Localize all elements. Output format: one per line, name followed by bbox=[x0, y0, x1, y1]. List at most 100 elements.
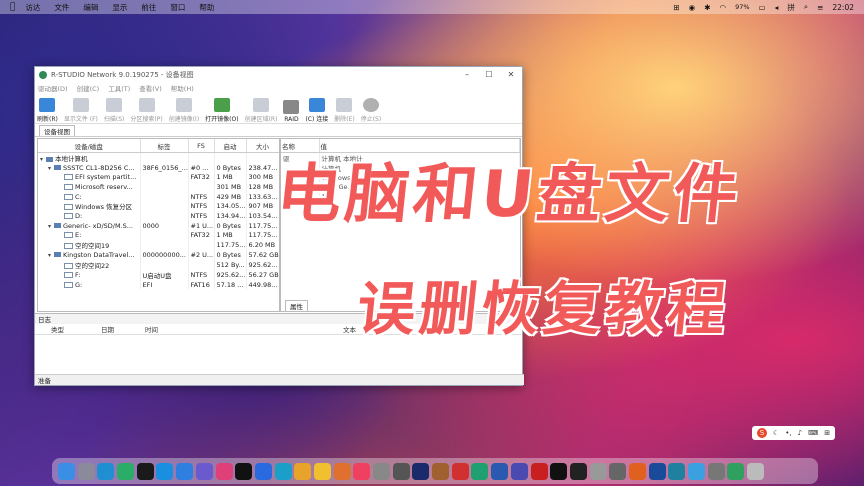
punctuation-icon[interactable]: •, bbox=[785, 429, 791, 437]
delete-button[interactable]: 删除(E) bbox=[334, 98, 355, 123]
table-row[interactable]: ▾ 本地计算机 bbox=[38, 152, 279, 163]
table-row[interactable]: ▾ Generic- xD/SD/M.S... 0000 #1 U... 0 Bytes… bbox=[38, 220, 279, 231]
table-row[interactable]: D: NTFS 134.94... 103.54... bbox=[38, 211, 279, 221]
create-region-button[interactable]: 创建区域(R) bbox=[245, 98, 277, 123]
app-sky-icon[interactable] bbox=[688, 462, 705, 480]
safari-icon[interactable] bbox=[176, 462, 194, 480]
table-row[interactable]: F: U启动U盘 NTFS 925.62... 56.27 GB bbox=[38, 269, 279, 280]
tiktok-icon[interactable] bbox=[550, 462, 568, 480]
log-col-type[interactable]: 类型 bbox=[35, 324, 101, 334]
tab-device-view[interactable]: 设备视图 bbox=[39, 124, 75, 136]
title-bar[interactable]: R-STUDIO Network 9.0.190275 - 设备视图 – ☐ ✕ bbox=[35, 67, 522, 82]
moon-icon[interactable]: ☾ bbox=[773, 429, 779, 437]
table-row[interactable]: ▾ Kingston DataTravel... 000000000... #2 U.… bbox=[38, 250, 279, 260]
finder-icon[interactable] bbox=[58, 462, 75, 480]
apple-icon[interactable]:  bbox=[10, 2, 15, 12]
input-icon[interactable]: 拼 bbox=[787, 2, 795, 13]
stop-button[interactable]: 停止(S) bbox=[361, 98, 381, 123]
record-icon[interactable]: ◉ bbox=[689, 3, 696, 12]
music-app-icon[interactable] bbox=[195, 462, 213, 480]
refresh-button[interactable]: 刷新(R) bbox=[37, 98, 58, 123]
calculator-icon[interactable] bbox=[609, 462, 627, 480]
control-center-icon[interactable]: ≡ bbox=[817, 3, 823, 12]
connect-button[interactable]: (C) 连接 bbox=[305, 98, 328, 123]
create-image-button[interactable]: 创建镜像(I) bbox=[169, 98, 199, 123]
menu-drive[interactable]: 驱动器(D) bbox=[38, 83, 68, 93]
table-row[interactable]: Windows 恢复分区 NTFS 134.05... 907 MB bbox=[38, 201, 279, 212]
wechat-icon[interactable] bbox=[117, 462, 135, 480]
maximize-button[interactable]: ☐ bbox=[478, 70, 500, 79]
table-row[interactable]: 空的空间22 512 By... 925.62... bbox=[38, 259, 279, 270]
edge-icon[interactable] bbox=[97, 462, 115, 480]
word-icon[interactable] bbox=[491, 462, 509, 480]
qq-icon[interactable] bbox=[136, 462, 154, 480]
table-row[interactable]: C: NTFS 429 MB 133.63... bbox=[38, 191, 279, 202]
capcut-icon[interactable] bbox=[569, 462, 587, 480]
volume-icon[interactable]: ◂ bbox=[775, 3, 779, 12]
itunes-icon[interactable] bbox=[353, 462, 371, 480]
app-grey-icon[interactable] bbox=[373, 462, 390, 480]
photoshop-icon[interactable] bbox=[412, 462, 430, 480]
table-row[interactable]: Microsoft reserv... 301 MB 128 MB bbox=[38, 182, 279, 192]
grid-icon[interactable]: ⊞ bbox=[824, 429, 830, 437]
scan-button[interactable]: 扫描(S) bbox=[104, 98, 124, 123]
app-indigo-icon[interactable] bbox=[510, 462, 528, 480]
app-teal-icon[interactable] bbox=[668, 462, 686, 480]
close-button[interactable]: ✕ bbox=[500, 70, 522, 79]
control-icon[interactable]: ⊞ bbox=[673, 3, 679, 12]
app-orange-icon[interactable] bbox=[333, 462, 351, 480]
col-start[interactable]: 启动 bbox=[214, 139, 247, 153]
camera-icon[interactable] bbox=[392, 462, 410, 480]
col-label[interactable]: 标签 bbox=[140, 139, 189, 153]
minimize-button[interactable]: – bbox=[456, 70, 478, 79]
menu-finder[interactable]: 访达 bbox=[25, 2, 40, 13]
app-red-icon[interactable] bbox=[451, 462, 469, 480]
menu-file[interactable]: 文件 bbox=[54, 2, 69, 13]
col-device[interactable]: 设备/磁盘 bbox=[38, 139, 141, 153]
trash-icon[interactable] bbox=[747, 462, 765, 480]
clock[interactable]: 22:02 bbox=[832, 3, 854, 12]
app-silver-icon[interactable] bbox=[589, 462, 607, 480]
col-fs[interactable]: FS bbox=[188, 139, 215, 153]
menu-go[interactable]: 前往 bbox=[141, 2, 156, 13]
app-orange2-icon[interactable] bbox=[628, 462, 646, 480]
app-green2-icon[interactable] bbox=[727, 462, 745, 480]
microphone-icon[interactable]: ♪ bbox=[798, 429, 802, 437]
menu-view[interactable]: 显示 bbox=[112, 2, 127, 13]
record-icon[interactable] bbox=[530, 462, 548, 480]
battery-icon[interactable]: ▭ bbox=[759, 3, 766, 12]
menu-help[interactable]: 帮助 bbox=[199, 2, 214, 13]
table-row[interactable]: 空的空间19 117.75... 6.20 MB bbox=[38, 240, 279, 251]
app-navy-icon[interactable] bbox=[648, 462, 666, 480]
wifi-icon[interactable]: ◠ bbox=[720, 3, 727, 12]
raid-button[interactable]: RAID bbox=[283, 100, 300, 123]
table-row[interactable]: EFI system partit... FAT32 1 MB 300 MB bbox=[38, 172, 279, 183]
app-pink-icon[interactable] bbox=[215, 462, 233, 480]
app-cyan-icon[interactable] bbox=[274, 462, 292, 480]
menu-edit[interactable]: 编辑 bbox=[83, 2, 98, 13]
app-brown-icon[interactable] bbox=[432, 462, 450, 480]
menu-tools[interactable]: 工具(T) bbox=[108, 83, 130, 93]
menu-window[interactable]: 窗口 bbox=[170, 2, 185, 13]
search-icon[interactable]: ⌕ bbox=[804, 2, 808, 12]
iqiyi-icon[interactable] bbox=[235, 462, 253, 480]
table-row[interactable]: G: EFI FAT16 57.18 ... 449.98... bbox=[38, 279, 279, 290]
show-files-button[interactable]: 显示文件 (F) bbox=[64, 98, 98, 123]
bluetooth-icon[interactable]: ✱ bbox=[704, 3, 710, 12]
keyboard-icon[interactable]: ⌨ bbox=[808, 429, 818, 437]
menu-help-win[interactable]: 帮助(H) bbox=[171, 83, 194, 93]
table-row[interactable]: ▾ SSSTC CL1-8D256 C... 38F6_0156_... #0 ...… bbox=[38, 163, 279, 173]
open-image-button[interactable]: 打开镜像(O) bbox=[205, 98, 239, 123]
skype-icon[interactable] bbox=[156, 462, 174, 480]
col-size[interactable]: 大小 bbox=[246, 139, 279, 153]
partition-search-button[interactable]: 分区搜索(P) bbox=[130, 98, 163, 123]
menu-create[interactable]: 创建(C) bbox=[77, 83, 100, 93]
tab-properties[interactable]: 属性 bbox=[285, 299, 308, 311]
table-row[interactable]: E: FAT32 1 MB 117.75... bbox=[38, 230, 279, 241]
launchpad-icon[interactable] bbox=[77, 462, 95, 480]
log-col-time[interactable]: 时间 bbox=[145, 324, 343, 334]
app-yellow-icon[interactable] bbox=[313, 462, 331, 480]
app-blue-icon[interactable] bbox=[254, 462, 272, 480]
sogou-icon[interactable]: S bbox=[757, 428, 767, 438]
app-green-icon[interactable] bbox=[471, 462, 489, 480]
